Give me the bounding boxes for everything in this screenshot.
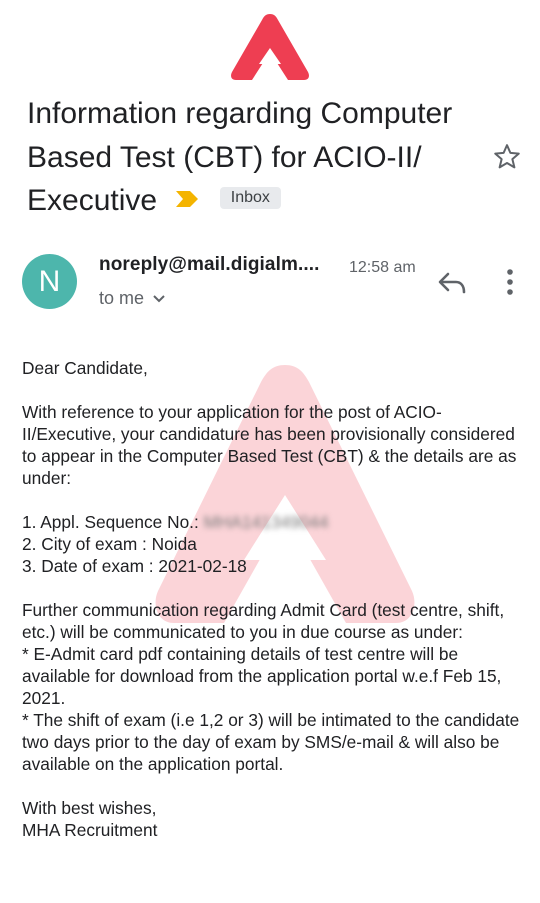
reply-icon[interactable] — [436, 268, 468, 298]
detail-item-1-label: 1. Appl. Sequence No.: — [22, 512, 199, 532]
email-subject: Information regarding Computer Based Tes… — [27, 92, 487, 224]
signature: MHA Recruitment — [22, 820, 158, 840]
detail-item-1: 1. Appl. Sequence No.: MHA141349044 — [22, 511, 527, 533]
recipient-text: to me — [99, 288, 145, 308]
inbox-label[interactable]: Inbox — [219, 187, 281, 210]
chevron-down-icon[interactable] — [152, 294, 166, 304]
greeting: Dear Candidate, — [22, 358, 148, 378]
email-body: Dear Candidate, With reference to your a… — [22, 357, 527, 841]
email-time: 12:58 am — [349, 259, 416, 276]
intro-paragraph: With reference to your application for t… — [22, 402, 517, 488]
star-outline-icon[interactable] — [492, 142, 522, 172]
avatar[interactable]: N — [22, 254, 77, 309]
recipient-details[interactable]: to me — [99, 288, 166, 309]
application-number-redacted: MHA141349044 — [203, 512, 329, 532]
more-vert-icon[interactable] — [498, 266, 522, 298]
further-paragraph: Further communication regarding Admit Ca… — [22, 600, 505, 642]
bullet-admit-card: * E-Admit card pdf containing details of… — [22, 644, 502, 708]
sender-address[interactable]: noreply@mail.digialm.... — [99, 254, 319, 276]
detail-item-2: 2. City of exam : Noida — [22, 534, 197, 554]
detail-item-3: 3. Date of exam : 2021-02-18 — [22, 556, 247, 576]
importance-marker-icon[interactable] — [175, 177, 199, 221]
bullet-shift: * The shift of exam (i.e 1,2 or 3) will … — [22, 710, 520, 774]
closing: With best wishes, — [22, 798, 157, 818]
brand-logo-icon — [231, 14, 309, 80]
